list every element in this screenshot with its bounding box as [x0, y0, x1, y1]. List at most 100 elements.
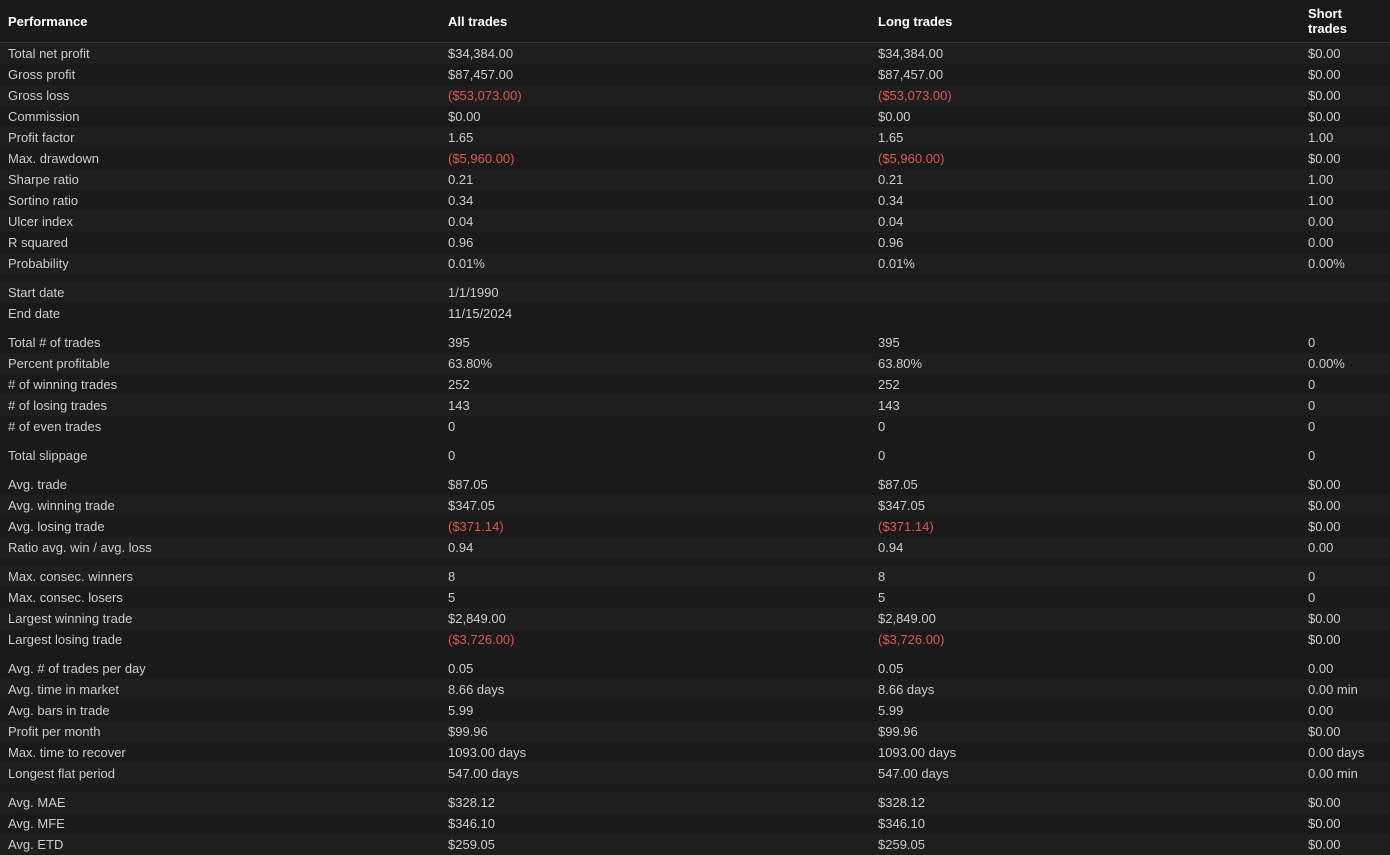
table-row: Total # of trades3953950 [0, 332, 1390, 353]
row-all-value: 11/15/2024 [440, 303, 870, 324]
row-short-value: 0 [1300, 445, 1390, 466]
spacer-row [0, 466, 1390, 474]
row-label: Sortino ratio [0, 190, 440, 211]
table-row: # of winning trades2522520 [0, 374, 1390, 395]
row-label: # of losing trades [0, 395, 440, 416]
row-long-value: 0.96 [870, 232, 1300, 253]
row-long-value: $0.00 [870, 106, 1300, 127]
table-row: Max. drawdown($5,960.00)($5,960.00)$0.00 [0, 148, 1390, 169]
row-label: # of even trades [0, 416, 440, 437]
row-label: Largest losing trade [0, 629, 440, 650]
row-short-value: 0 [1300, 416, 1390, 437]
row-all-value: ($3,726.00) [440, 629, 870, 650]
row-all-value: $259.05 [440, 834, 870, 855]
row-all-value: $34,384.00 [440, 43, 870, 65]
row-short-value: $0.00 [1300, 516, 1390, 537]
row-all-value: 143 [440, 395, 870, 416]
row-all-value: 5.99 [440, 700, 870, 721]
row-all-value: $87.05 [440, 474, 870, 495]
row-label: Total slippage [0, 445, 440, 466]
row-label: Ulcer index [0, 211, 440, 232]
row-all-value: 252 [440, 374, 870, 395]
row-label: Max. consec. winners [0, 566, 440, 587]
row-short-value: $0.00 [1300, 85, 1390, 106]
table-row: Gross loss($53,073.00)($53,073.00)$0.00 [0, 85, 1390, 106]
row-all-value: 63.80% [440, 353, 870, 374]
row-all-value: $0.00 [440, 106, 870, 127]
row-label: Commission [0, 106, 440, 127]
table-row: Commission$0.00$0.00$0.00 [0, 106, 1390, 127]
table-row: Gross profit$87,457.00$87,457.00$0.00 [0, 64, 1390, 85]
row-label: Profit per month [0, 721, 440, 742]
row-long-value: $2,849.00 [870, 608, 1300, 629]
row-all-value: ($371.14) [440, 516, 870, 537]
table-row: Largest losing trade($3,726.00)($3,726.0… [0, 629, 1390, 650]
row-label: Avg. MAE [0, 792, 440, 813]
row-long-value [870, 303, 1300, 324]
row-label: Avg. ETD [0, 834, 440, 855]
row-all-value: 0.01% [440, 253, 870, 274]
row-label: Start date [0, 282, 440, 303]
spacer-row [0, 324, 1390, 332]
row-long-value: 252 [870, 374, 1300, 395]
row-all-value: 1/1/1990 [440, 282, 870, 303]
row-long-value: 5.99 [870, 700, 1300, 721]
row-label: Avg. bars in trade [0, 700, 440, 721]
row-short-value: $0.00 [1300, 721, 1390, 742]
row-label: Avg. time in market [0, 679, 440, 700]
row-label: Ratio avg. win / avg. loss [0, 537, 440, 558]
row-all-value: 0.34 [440, 190, 870, 211]
row-short-value: 0 [1300, 587, 1390, 608]
row-long-value: ($371.14) [870, 516, 1300, 537]
row-all-value: 8.66 days [440, 679, 870, 700]
row-label: Largest winning trade [0, 608, 440, 629]
row-short-value: $0.00 [1300, 834, 1390, 855]
row-all-value: 8 [440, 566, 870, 587]
row-all-value: $99.96 [440, 721, 870, 742]
row-short-value [1300, 303, 1390, 324]
row-all-value: 395 [440, 332, 870, 353]
table-row: Avg. MFE$346.10$346.10$0.00 [0, 813, 1390, 834]
row-short-value: $0.00 [1300, 148, 1390, 169]
table-row: Longest flat period547.00 days547.00 day… [0, 763, 1390, 784]
row-short-value: $0.00 [1300, 495, 1390, 516]
row-short-value: 0 [1300, 332, 1390, 353]
row-short-value: 0 [1300, 374, 1390, 395]
row-label: Max. time to recover [0, 742, 440, 763]
row-long-value: 8 [870, 566, 1300, 587]
row-long-value: 8.66 days [870, 679, 1300, 700]
row-short-value: $0.00 [1300, 813, 1390, 834]
row-short-value: 0.00 min [1300, 679, 1390, 700]
row-all-value: 547.00 days [440, 763, 870, 784]
row-short-value: 0 [1300, 395, 1390, 416]
row-label: # of winning trades [0, 374, 440, 395]
row-all-value: 0.96 [440, 232, 870, 253]
row-long-value: ($3,726.00) [870, 629, 1300, 650]
spacer-row [0, 784, 1390, 792]
row-long-value: $347.05 [870, 495, 1300, 516]
table-row: Ulcer index0.040.040.00 [0, 211, 1390, 232]
row-label: Avg. losing trade [0, 516, 440, 537]
row-all-value: $2,849.00 [440, 608, 870, 629]
row-all-value: 5 [440, 587, 870, 608]
row-short-value: 1.00 [1300, 190, 1390, 211]
table-row: R squared0.960.960.00 [0, 232, 1390, 253]
row-label: Gross loss [0, 85, 440, 106]
row-label: Avg. trade [0, 474, 440, 495]
row-long-value: 0.21 [870, 169, 1300, 190]
row-short-value: 0.00 days [1300, 742, 1390, 763]
row-long-value: ($5,960.00) [870, 148, 1300, 169]
row-label: Max. consec. losers [0, 587, 440, 608]
table-row: Total slippage000 [0, 445, 1390, 466]
table-row: Max. consec. winners880 [0, 566, 1390, 587]
table-row: Avg. bars in trade5.995.990.00 [0, 700, 1390, 721]
col-all-trades: All trades [440, 0, 870, 43]
row-all-value: 0 [440, 445, 870, 466]
row-short-value: $0.00 [1300, 64, 1390, 85]
row-all-value: 0.05 [440, 658, 870, 679]
table-row: Total net profit$34,384.00$34,384.00$0.0… [0, 43, 1390, 65]
row-short-value: 0.00 [1300, 700, 1390, 721]
row-short-value: $0.00 [1300, 106, 1390, 127]
table-row: Largest winning trade$2,849.00$2,849.00$… [0, 608, 1390, 629]
table-row: Probability0.01%0.01%0.00% [0, 253, 1390, 274]
